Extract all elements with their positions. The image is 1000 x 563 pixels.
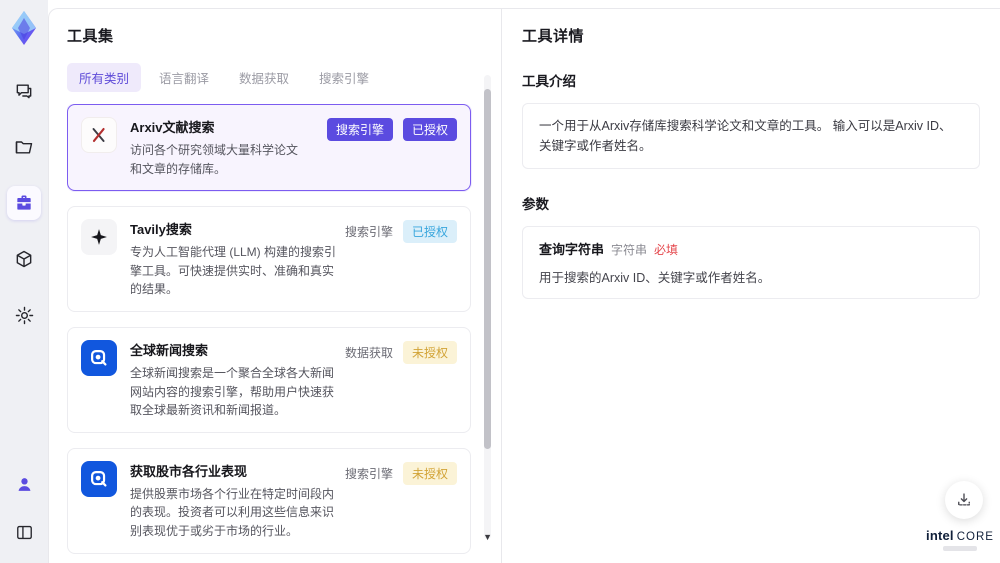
param-desc: 用于搜索的Arxiv ID、关键字或作者姓名。 [539,271,771,285]
category-badge: 搜索引擎 [344,225,393,240]
panel-icon[interactable] [7,515,41,549]
arxiv-icon [81,117,117,153]
tool-title: Tavily搜索 [130,222,192,238]
tab-1[interactable]: 语言翻译 [147,63,221,92]
tool-detail-panel: 工具详情 工具介绍 一个用于从Arxiv存储库搜索科学论文和文章的工具。 输入可… [501,9,1000,563]
auth-badge: 未授权 [402,340,457,364]
tool-card[interactable]: 获取股市各行业表现 提供股票市场各个行业在特定时间段内的表现。投资者可以利用这些… [67,447,471,554]
param-required-badge: 必填 [654,243,679,257]
tool-desc: 专为人工智能代理 (LLM) 构建的搜索引擎工具。可快速提供实时、准确和真实的结… [130,245,337,297]
params-heading: 参数 [522,197,549,212]
param-type: 字符串 [611,243,648,257]
left-rail [0,0,48,563]
tool-card[interactable]: Arxiv文献搜索 访问各个研究领域大量科学论文和文章的存储库。 搜索引擎 已授… [67,104,471,192]
tool-title: 获取股市各行业表现 [130,463,248,479]
cube-icon[interactable] [7,242,41,276]
tool-desc: 全球新闻搜索是一个聚合全球各大新闻网站内容的搜索引擎，帮助用户快速获取全球最新资… [130,365,335,418]
param-box: 查询字符串 字符串 必填 用于搜索的Arxiv ID、关键字或作者姓名。 [522,226,980,299]
tab-0[interactable]: 所有类别 [67,63,142,92]
sparkle-icon [81,219,117,256]
tab-2[interactable]: 数据获取 [227,63,301,92]
category-badge: 数据获取 [344,345,393,360]
tool-title: Arxiv文献搜索 [130,120,215,135]
intro-box: 一个用于从Arxiv存储库搜索科学论文和文章的工具。 输入可以是Arxiv ID… [522,103,980,169]
tab-3[interactable]: 搜索引擎 [307,63,381,92]
download-icon [955,491,973,509]
folder-icon[interactable] [7,130,41,164]
tool-list: Arxiv文献搜索 访问各个研究领域大量科学论文和文章的存储库。 搜索引擎 已授… [67,104,501,563]
list-scrollbar-track[interactable] [484,75,491,539]
toolbox-icon[interactable] [7,186,41,220]
blue-app-icon [81,339,117,376]
app-panel: 工具集 所有类别 语言翻译 数据获取 搜索引擎 Arxiv文献搜索 访问各个研究领域大… [48,8,1000,563]
rail-bottom [7,467,41,549]
page-title: 工具集 [67,28,114,45]
gem-logo-icon[interactable] [8,10,40,46]
auth-badge: 已授权 [402,118,457,141]
brand-intel: intel [926,528,954,543]
gear-icon[interactable] [7,298,41,332]
intel-core-logo: intel core [926,528,993,551]
scrollbar-down-arrow-icon[interactable]: ▼ [483,533,492,542]
tool-card[interactable]: Tavily搜索 专为人工智能代理 (LLM) 构建的搜索引擎工具。可快速提供实… [67,206,471,312]
detail-title: 工具详情 [522,28,585,45]
tool-card[interactable]: 全球新闻搜索 全球新闻搜索是一个聚合全球各大新闻网站内容的搜索引擎，帮助用户快速… [67,326,471,433]
tool-desc: 访问各个研究领域大量科学论文和文章的存储库。 [130,143,299,176]
rail-nav [7,74,41,332]
blue-app-icon [81,460,117,497]
intro-heading: 工具介绍 [522,74,576,89]
param-name: 查询字符串 [539,242,605,257]
auth-badge: 未授权 [402,461,457,485]
tool-list-panel: 工具集 所有类别 语言翻译 数据获取 搜索引擎 Arxiv文献搜索 访问各个研究领域大… [49,9,501,563]
category-badge: 搜索引擎 [326,118,393,141]
tool-title: 全球新闻搜索 [130,342,209,358]
tool-desc: 提供股票市场各个行业在特定时间段内的表现。投资者可以利用这些信息来识别表现优于或… [130,486,335,538]
auth-badge: 已授权 [402,220,457,244]
user-icon[interactable] [7,467,41,501]
brand-subline [943,546,977,551]
brand-core: core [956,531,994,543]
category-badge: 搜索引擎 [344,466,393,481]
download-button[interactable] [945,481,983,519]
category-tabs: 所有类别 语言翻译 数据获取 搜索引擎 [67,63,501,92]
list-scrollbar-thumb[interactable] [484,89,491,449]
chat-icon[interactable] [7,74,41,108]
intro-text: 一个用于从Arxiv存储库搜索科学论文和文章的工具。 输入可以是Arxiv ID… [539,119,952,153]
